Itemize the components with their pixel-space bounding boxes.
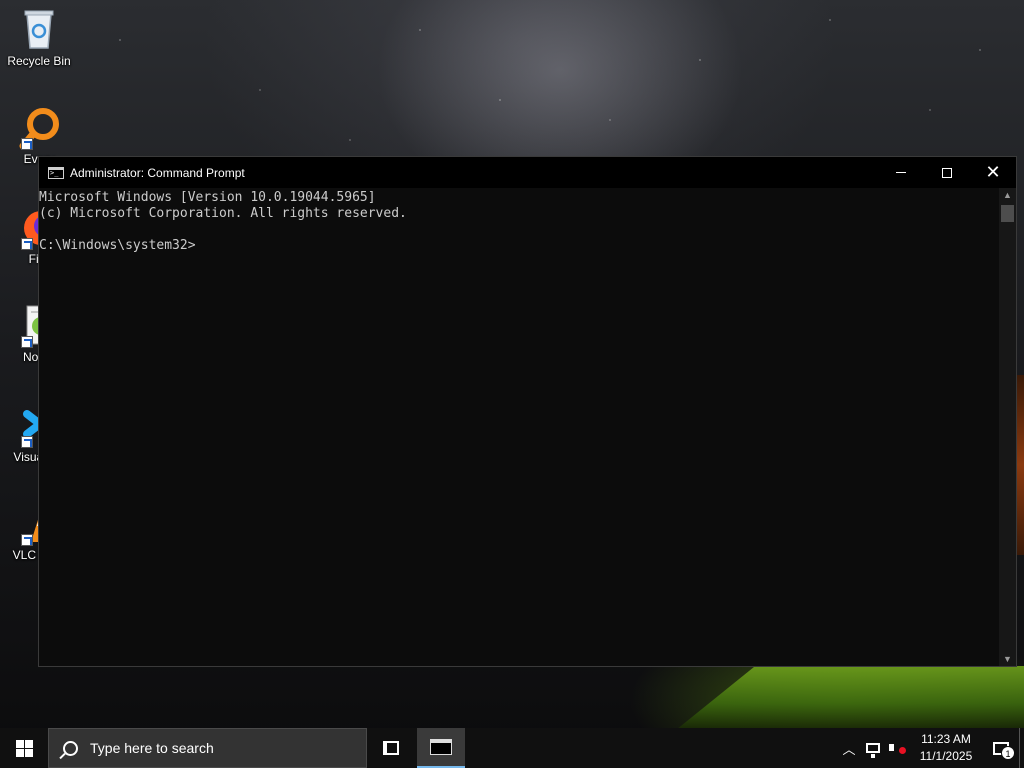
windows-logo-icon — [15, 739, 33, 757]
desktop-icon-label: Recycle Bin — [7, 54, 71, 68]
console-output[interactable]: Microsoft Windows [Version 10.0.19044.59… — [39, 188, 1000, 666]
maximize-button[interactable] — [924, 157, 970, 188]
system-tray: ︿ 11:23 AM 11/1/2025 1 — [837, 728, 1024, 768]
network-button[interactable] — [861, 743, 885, 758]
wallpaper-glow — [1016, 375, 1024, 555]
scroll-up-icon[interactable]: ▲ — [999, 188, 1016, 202]
console-line: Microsoft Windows [Version 10.0.19044.59… — [39, 190, 376, 205]
console-line: (c) Microsoft Corporation. All rights re… — [39, 206, 407, 221]
search-icon — [63, 740, 78, 756]
show-desktop-button[interactable] — [1019, 728, 1024, 768]
start-button[interactable] — [0, 728, 48, 768]
recycle-bin-icon — [15, 8, 63, 52]
notification-count-badge: 1 — [1001, 745, 1015, 760]
cmd-icon — [48, 166, 64, 179]
search-placeholder: Type here to search — [90, 740, 214, 756]
minimize-icon — [896, 172, 906, 173]
shortcut-arrow-icon — [21, 534, 33, 546]
clock-date: 11/1/2025 — [919, 749, 973, 763]
shortcut-arrow-icon — [21, 436, 33, 448]
cmd-icon — [430, 739, 452, 755]
task-view-icon — [383, 741, 399, 755]
show-hidden-icons-button[interactable]: ︿ — [837, 739, 861, 758]
console-prompt: C:\Windows\system32> — [39, 238, 196, 253]
action-center-button[interactable]: 1 — [983, 741, 1019, 760]
minimize-button[interactable] — [878, 157, 924, 188]
taskbar: Type here to search ︿ 11:23 AM 11/1/2025… — [0, 728, 1024, 768]
vertical-scrollbar[interactable]: ▲ ▼ — [999, 188, 1016, 666]
scroll-thumb[interactable] — [1001, 205, 1014, 222]
taskbar-command-prompt[interactable] — [417, 728, 465, 768]
window-title: Administrator: Command Prompt — [70, 165, 245, 180]
command-prompt-window[interactable]: Administrator: Command Prompt ✕ Microsof… — [38, 156, 1017, 667]
window-titlebar[interactable]: Administrator: Command Prompt ✕ — [39, 157, 1016, 188]
close-icon: ✕ — [985, 161, 1001, 183]
shortcut-arrow-icon — [21, 238, 33, 250]
everything-search-icon — [15, 106, 63, 150]
clock[interactable]: 11:23 AM 11/1/2025 — [915, 731, 977, 765]
clock-time: 11:23 AM — [921, 732, 971, 746]
volume-muted-icon — [889, 741, 906, 755]
volume-button[interactable] — [885, 741, 909, 755]
shortcut-arrow-icon — [21, 336, 33, 348]
shortcut-arrow-icon — [21, 138, 33, 150]
task-view-button[interactable] — [367, 728, 415, 768]
chevron-up-icon: ︿ — [842, 741, 856, 757]
taskbar-search-box[interactable]: Type here to search — [48, 728, 367, 768]
network-icon — [866, 743, 880, 758]
scroll-down-icon[interactable]: ▼ — [999, 652, 1016, 666]
close-button[interactable]: ✕ — [970, 157, 1016, 188]
desktop-icon-recycle-bin[interactable]: Recycle Bin — [4, 8, 74, 69]
maximize-icon — [942, 167, 952, 178]
